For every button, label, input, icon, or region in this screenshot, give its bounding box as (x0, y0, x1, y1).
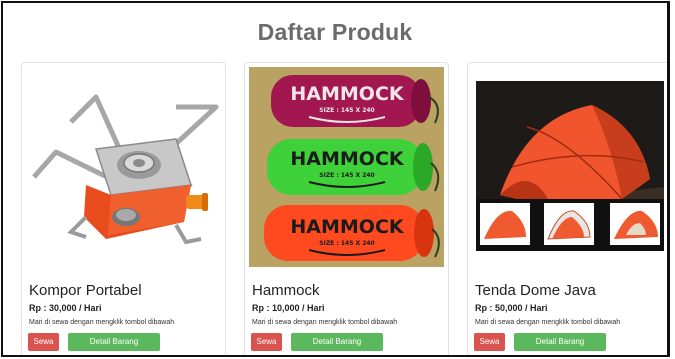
product-name: Tenda Dome Java (475, 282, 596, 299)
product-image-hammock[interactable]: HAMMOCK SIZE : 145 X 240 HAMMOCK SIZE : … (249, 67, 444, 267)
rent-button[interactable]: Sewa (28, 333, 59, 351)
hammock-size-text: SIZE : 145 X 240 (319, 240, 374, 247)
rent-button[interactable]: Sewa (474, 333, 505, 351)
product-name: Kompor Portabel (29, 282, 142, 299)
hammock-logo-text: HAMMOCK (290, 83, 405, 105)
hammock-size-text: SIZE : 145 X 240 (319, 172, 374, 179)
product-price: Rp : 10,000 / Hari (252, 303, 325, 313)
product-price: Rp : 50,000 / Hari (475, 303, 548, 313)
product-price: Rp : 30,000 / Hari (29, 303, 102, 313)
product-image-tent[interactable] (472, 67, 667, 267)
product-card-tenda: Tenda Dome Java Rp : 50,000 / Hari Mari … (467, 62, 667, 355)
product-card-kompor: Kompor Portabel Rp : 30,000 / Hari Mari … (21, 62, 226, 355)
product-name: Hammock (252, 282, 320, 299)
hammock-logo-text: HAMMOCK (290, 148, 405, 170)
product-description: Mari di sewa dengan mengklik tombol diba… (475, 319, 621, 326)
rent-button[interactable]: Sewa (251, 333, 282, 351)
page-frame: Daftar Produk Kompor Portabel Rp: 30,00… (1, 1, 670, 357)
product-description: Mari di sewa dengan mengklik tombol diba… (29, 319, 175, 326)
product-description: Mari di sewa dengan mengklik tombol diba… (252, 319, 398, 326)
detail-button[interactable]: Detail Barang (514, 333, 606, 351)
page-title: Daftar Produk (257, 19, 413, 45)
product-image-stove[interactable] (26, 67, 221, 267)
hammock-size-text: SIZE : 145 X 240 (319, 107, 374, 114)
detail-button[interactable]: Detail Barang (68, 333, 160, 351)
hammock-logo-text: HAMMOCK (290, 216, 405, 238)
detail-button[interactable]: Detail Barang (291, 333, 383, 351)
product-card-hammock: HAMMOCK SIZE : 145 X 240 HAMMOCK SIZE : … (244, 62, 449, 355)
